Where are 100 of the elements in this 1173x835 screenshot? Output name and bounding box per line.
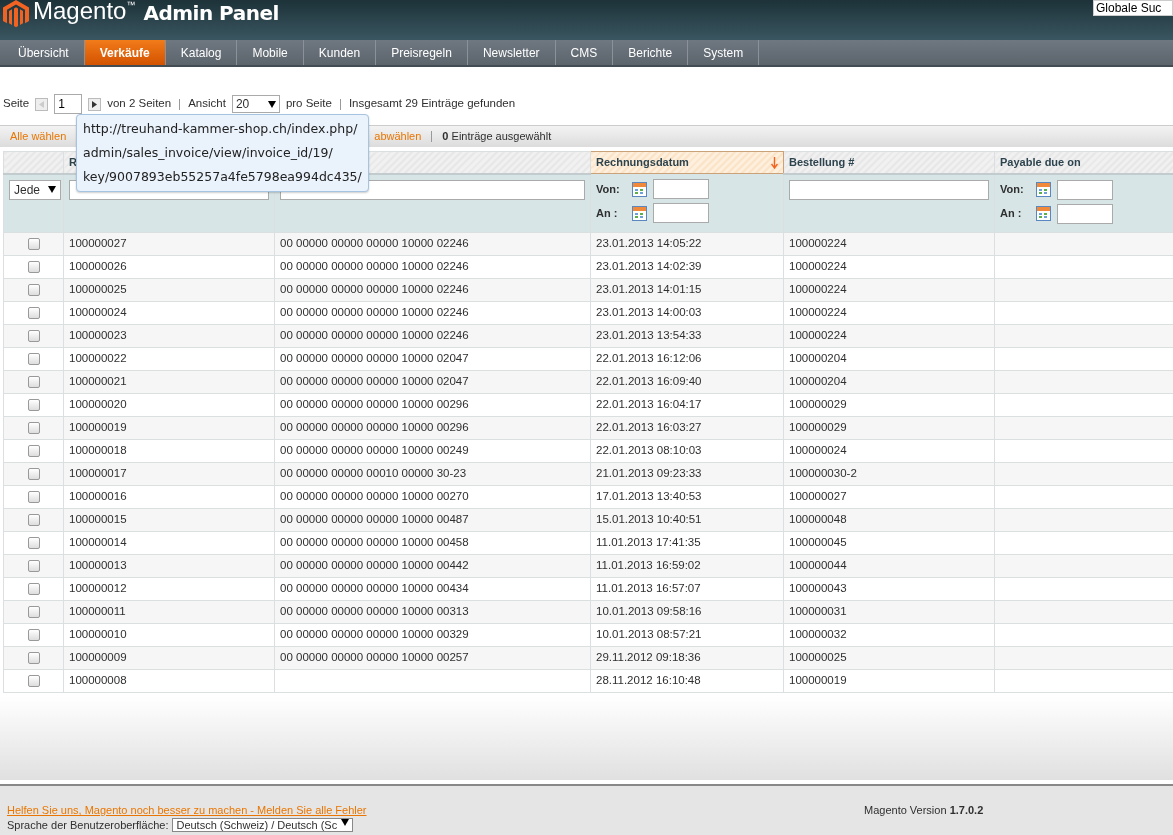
row-checkbox[interactable] <box>27 514 40 526</box>
right-arrow-icon <box>92 100 98 108</box>
nav-tab[interactable]: Kunden <box>303 40 377 65</box>
table-cell: 100000013 <box>69 559 127 572</box>
row-checkbox[interactable] <box>27 606 40 618</box>
table-cell: 100000024 <box>789 444 847 457</box>
table-cell: 100000017 <box>69 467 127 480</box>
calendar-icon[interactable] <box>632 205 647 221</box>
table-cell: 00 00000 00000 00000 10000 00442 <box>280 559 469 572</box>
nav-tab[interactable]: Katalog <box>165 40 238 65</box>
table-cell: 100000048 <box>789 513 847 526</box>
table-cell: 100000015 <box>69 513 127 526</box>
table-cell: 100000045 <box>789 536 847 549</box>
nav-tab[interactable]: System <box>688 40 760 65</box>
table-cell: 00 00000 00000 00010 00000 30-23 <box>280 467 467 480</box>
table-cell: 22.01.2013 08:10:03 <box>596 444 702 457</box>
row-checkbox[interactable] <box>27 307 40 319</box>
table-cell: 100000029 <box>789 421 847 434</box>
calendar-icon[interactable] <box>1036 206 1051 221</box>
table-cell: 00 00000 00000 00000 10000 00329 <box>280 628 469 641</box>
table-cell: 100000025 <box>789 651 847 664</box>
row-checkbox[interactable] <box>27 261 40 273</box>
nav-tab[interactable]: CMS <box>555 40 614 65</box>
date-range-label: Von: <box>1000 182 1025 198</box>
column-header[interactable] <box>3 151 64 174</box>
column-header[interactable]: Rechnungsdatum <box>590 151 784 174</box>
table-cell: 00 00000 00000 00000 10000 00313 <box>280 605 469 618</box>
row-checkbox[interactable] <box>27 445 40 457</box>
table-cell: 23.01.2013 14:00:03 <box>596 306 702 319</box>
table-cell: 100000044 <box>789 559 847 572</box>
table-cell: 00 00000 00000 00000 10000 02246 <box>280 260 469 273</box>
table-cell: 100000026 <box>69 260 127 273</box>
row-checkbox[interactable] <box>27 583 40 595</box>
table-cell: 100000027 <box>69 237 127 250</box>
nav-tab[interactable]: Verkäufe <box>84 40 166 65</box>
row-checkbox[interactable] <box>27 399 40 411</box>
table-cell: 100000043 <box>789 582 847 595</box>
filter-select[interactable]: Jede <box>9 179 61 200</box>
row-checkbox[interactable] <box>27 422 40 434</box>
table-cell: 00 00000 00000 00000 10000 02246 <box>280 237 469 250</box>
row-checkbox[interactable] <box>27 560 40 572</box>
row-checkbox[interactable] <box>27 652 40 664</box>
table-cell: 100000025 <box>69 283 127 296</box>
next-page-button[interactable] <box>88 97 102 111</box>
table-cell: 22.01.2013 16:12:06 <box>596 352 702 365</box>
sort-arrow-icon <box>771 156 778 169</box>
column-header[interactable]: Bestellung # <box>783 151 995 174</box>
row-checkbox[interactable] <box>27 675 40 687</box>
view-label: Ansicht <box>188 96 226 112</box>
table-cell: 100000018 <box>69 444 127 457</box>
date-range-label: Von: <box>596 181 621 197</box>
previous-page-button[interactable] <box>35 97 49 111</box>
row-checkbox[interactable] <box>27 629 40 641</box>
table-cell: 100000021 <box>69 375 127 388</box>
row-checkbox[interactable] <box>27 330 40 342</box>
version-text: Magento Version 1.7.0.2 <box>864 803 984 818</box>
date-field[interactable] <box>1057 203 1113 224</box>
filter-field[interactable] <box>789 179 989 200</box>
row-checkbox[interactable] <box>27 238 40 250</box>
url-tooltip: http://treuhand-kammer-shop.ch/index.php/ admin/sales_invoice/view/invoice_id/19/ key/9007893eb55257a4fe5798ea994dc435/ <box>76 114 369 192</box>
date-field[interactable] <box>653 203 709 223</box>
table-cell: 21.01.2013 09:23:33 <box>596 467 702 480</box>
table-cell: 11.01.2013 17:41:35 <box>596 536 701 549</box>
row-checkbox[interactable] <box>27 376 40 388</box>
row-checkbox[interactable] <box>27 468 40 480</box>
table-cell: 28.11.2012 16:10:48 <box>596 674 701 687</box>
table-cell: 100000027 <box>789 490 847 503</box>
language-label: Sprache der Benutzeroberfläche: <box>7 818 169 833</box>
nav-tab[interactable]: Preisregeln <box>376 40 468 65</box>
per-page-label: pro Seite <box>285 96 332 112</box>
nav-tab[interactable]: Newsletter <box>467 40 556 65</box>
row-checkbox[interactable] <box>27 284 40 296</box>
row-checkbox[interactable] <box>27 353 40 365</box>
page-field[interactable]: 1 <box>54 94 83 114</box>
table-cell: 00 00000 00000 00000 10000 02246 <box>280 306 469 319</box>
table-cell: 100000224 <box>789 283 847 296</box>
logo-icon <box>3 0 29 28</box>
nav-tab[interactable]: Übersicht <box>3 40 85 65</box>
nav-tab[interactable]: Berichte <box>613 40 689 65</box>
table-cell: 100000224 <box>789 237 847 250</box>
selected-count-text: 0 Einträge ausgewählt <box>442 129 552 145</box>
logo-text: Magento$^{™}$ <box>33 0 136 24</box>
date-field[interactable] <box>1057 179 1113 200</box>
row-checkbox[interactable] <box>27 537 40 549</box>
table-cell: 11.01.2013 16:59:02 <box>596 559 701 572</box>
calendar-icon[interactable] <box>632 181 647 197</box>
search-field[interactable]: Globale Suc <box>1093 0 1173 16</box>
table-cell: 100000016 <box>69 490 127 503</box>
table-cell: 100000019 <box>69 421 127 434</box>
calendar-icon[interactable] <box>1036 182 1051 197</box>
table-cell: 100000010 <box>69 628 127 641</box>
per-page-select[interactable]: 20 <box>231 95 280 113</box>
column-header[interactable]: Payable due on <box>994 151 1173 174</box>
language-select[interactable]: Deutsch (Schweiz) / Deutsch (Sc <box>172 818 354 833</box>
row-checkbox[interactable] <box>27 491 40 503</box>
nav-tab[interactable]: Mobile <box>237 40 304 65</box>
table-cell: 00 00000 00000 00000 10000 00270 <box>280 490 469 503</box>
date-field[interactable] <box>653 179 709 199</box>
table-cell: 00 00000 00000 00000 10000 02047 <box>280 375 469 388</box>
table-cell: 22.01.2013 16:04:17 <box>596 398 702 411</box>
